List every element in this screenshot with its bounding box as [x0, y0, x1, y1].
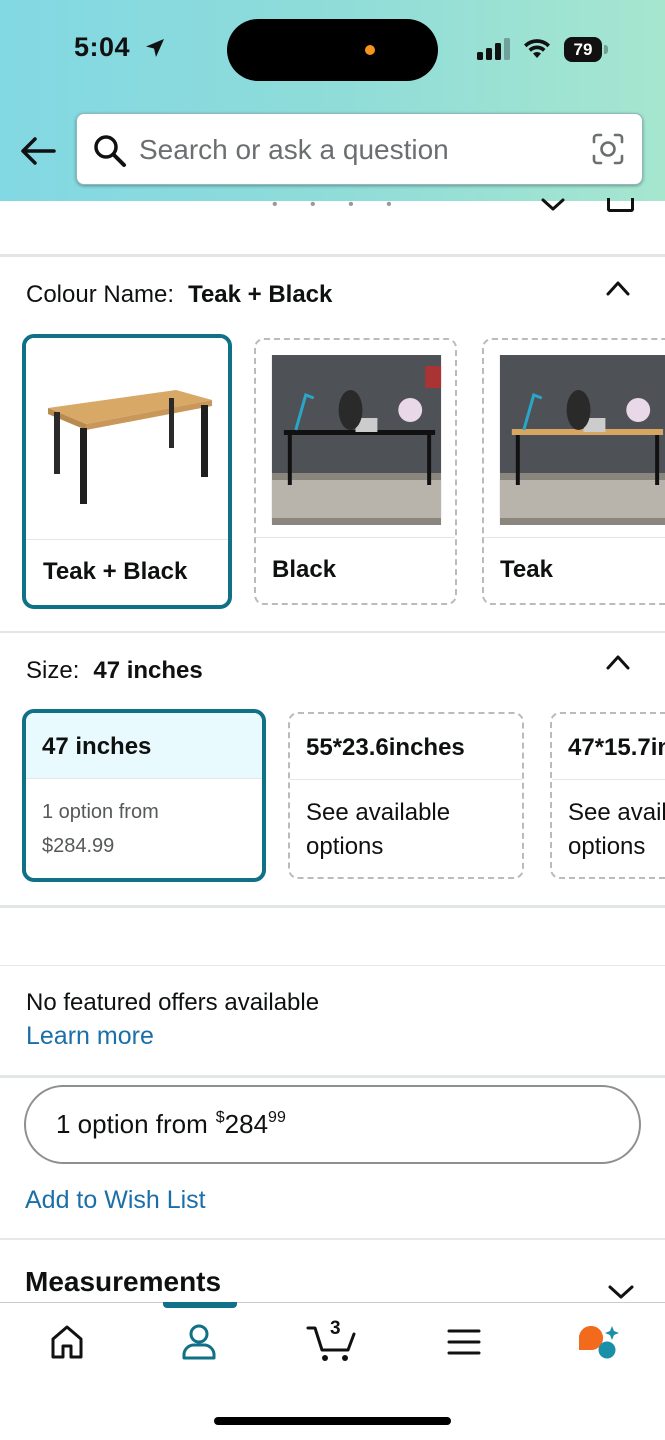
cart-count-badge: 3: [330, 1318, 341, 1339]
size-label: Size: 47 inches: [26, 657, 203, 684]
location-arrow-icon: [146, 39, 164, 57]
colour-label: Colour Name: Teak + Black: [26, 281, 333, 308]
size-option-line1: See available: [568, 799, 665, 826]
size-option-line2: options: [568, 833, 646, 860]
colour-option-teak[interactable]: Teak: [482, 338, 665, 605]
menu-icon[interactable]: [446, 1322, 482, 1362]
measurements-heading[interactable]: Measurements: [25, 1266, 221, 1298]
no-offers-text: No featured offers available: [26, 989, 320, 1016]
rufus-icon[interactable]: [576, 1322, 622, 1362]
size-option-47x15.7[interactable]: 47*15.7inches See available options: [550, 712, 665, 879]
home-icon[interactable]: [49, 1322, 85, 1362]
desk-black-image: [256, 340, 455, 540]
section-divider: [0, 631, 665, 633]
size-option-title: 55*23.6inches: [290, 714, 522, 780]
desk-teak-image: [484, 340, 665, 540]
price-whole: 284: [224, 1109, 269, 1139]
battery-cap: [604, 45, 608, 54]
learn-more-link[interactable]: Learn more: [26, 1022, 154, 1051]
colour-option-black[interactable]: Black: [254, 338, 457, 605]
header: 5:04 79: [0, 0, 665, 201]
size-option-line2: options: [306, 833, 384, 860]
search-icon: [94, 135, 126, 167]
rating-stars-partial: • • • •: [272, 196, 406, 213]
status-time: 5:04: [74, 32, 131, 62]
chevron-up-icon[interactable]: [604, 278, 632, 298]
share-icon[interactable]: [607, 198, 634, 212]
chevron-up-icon[interactable]: [604, 652, 632, 672]
section-divider: [0, 1238, 665, 1240]
size-option-47-inches[interactable]: 47 inches 1 option from $284.99: [22, 709, 266, 882]
size-selected-value: 47 inches: [93, 657, 203, 684]
section-divider: [0, 965, 665, 966]
recording-indicator: [365, 45, 375, 55]
camera-lens-icon[interactable]: [591, 132, 625, 166]
buying-options-label: 1 option from $28499: [56, 1109, 286, 1139]
active-tab-indicator: [163, 1302, 237, 1308]
battery-indicator: 79: [564, 37, 602, 62]
colour-option-teak-black[interactable]: Teak + Black: [22, 334, 232, 609]
wifi-icon: [524, 39, 550, 58]
home-indicator[interactable]: [214, 1417, 451, 1425]
size-option-price: $284.99: [42, 835, 115, 857]
size-option-55x23.6[interactable]: 55*23.6inches See available options: [288, 712, 524, 879]
swatch-label: Teak + Black: [26, 539, 228, 605]
size-option-line1: 1 option from: [42, 801, 159, 823]
add-to-wish-list-link[interactable]: Add to Wish List: [25, 1186, 206, 1215]
size-option-line1: See available: [306, 799, 451, 826]
swatch-label: Teak: [484, 537, 665, 603]
back-arrow-icon[interactable]: [18, 134, 58, 168]
buying-options-button[interactable]: 1 option from $28499: [24, 1085, 641, 1164]
section-divider: [0, 1075, 665, 1078]
chevron-down-icon[interactable]: [539, 196, 567, 214]
swatch-label: Black: [256, 537, 455, 603]
size-option-title: 47 inches: [26, 713, 262, 779]
search-bar[interactable]: [76, 113, 643, 185]
cellular-signal-icon: [477, 38, 510, 60]
section-divider: [0, 905, 665, 908]
dynamic-island: [227, 19, 438, 81]
price-fraction: 99: [268, 1109, 286, 1126]
chevron-down-icon[interactable]: [606, 1282, 636, 1302]
search-input[interactable]: [139, 128, 579, 172]
account-icon[interactable]: [180, 1322, 218, 1362]
section-divider: [0, 254, 665, 257]
size-option-title: 47*15.7inches: [552, 714, 665, 780]
colour-selected-value: Teak + Black: [188, 281, 333, 308]
desk-teak-black-image: [26, 338, 228, 538]
